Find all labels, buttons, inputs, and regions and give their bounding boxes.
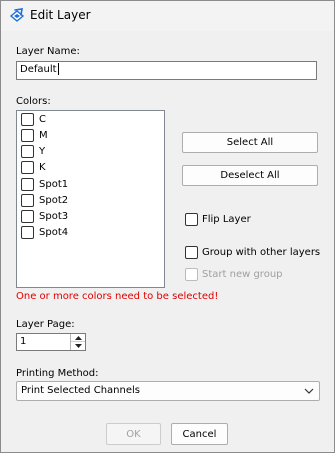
color-checkbox[interactable] bbox=[21, 129, 34, 142]
color-item-spot1[interactable]: Spot1 bbox=[21, 177, 68, 192]
spin-down-button[interactable] bbox=[71, 342, 85, 350]
printing-method-value: Print Selected Channels bbox=[21, 385, 140, 396]
layer-page-label: Layer Page: bbox=[16, 319, 75, 330]
edit-layer-dialog: Edit Layer Layer Name: Default Colors: C… bbox=[0, 0, 335, 453]
spin-up-button[interactable] bbox=[71, 334, 85, 342]
color-checkbox[interactable] bbox=[21, 194, 34, 207]
start-new-group-label: Start new group bbox=[202, 269, 283, 280]
colors-label: Colors: bbox=[16, 96, 51, 107]
start-new-group-checkbox[interactable] bbox=[185, 268, 198, 281]
color-item-c[interactable]: C bbox=[21, 112, 46, 127]
color-item-spot3[interactable]: Spot3 bbox=[21, 209, 68, 224]
color-label: M bbox=[39, 130, 48, 141]
color-checkbox[interactable] bbox=[21, 178, 34, 191]
color-label: K bbox=[39, 162, 46, 173]
printing-method-select[interactable]: Print Selected Channels bbox=[16, 381, 320, 401]
color-item-m[interactable]: M bbox=[21, 128, 48, 143]
layer-name-input[interactable]: Default bbox=[16, 61, 317, 80]
select-all-button[interactable]: Select All bbox=[182, 132, 318, 153]
color-label: Spot2 bbox=[39, 195, 69, 206]
ok-button[interactable]: OK bbox=[106, 423, 161, 445]
window-title: Edit Layer bbox=[30, 8, 91, 22]
chevron-down-icon bbox=[304, 388, 314, 394]
layer-app-icon bbox=[9, 8, 25, 22]
layer-page-value: 1 bbox=[20, 336, 27, 347]
flip-layer-label: Flip Layer bbox=[202, 214, 251, 225]
color-checkbox[interactable] bbox=[21, 145, 34, 158]
color-label: Y bbox=[39, 146, 46, 157]
arrow-up-icon bbox=[74, 335, 82, 340]
color-checkbox[interactable] bbox=[21, 210, 34, 223]
flip-layer-checkbox[interactable] bbox=[185, 213, 198, 226]
start-new-group-option[interactable]: Start new group bbox=[185, 268, 283, 281]
color-checkbox[interactable] bbox=[21, 113, 34, 126]
color-label: C bbox=[39, 114, 46, 125]
arrow-down-icon bbox=[74, 344, 82, 348]
flip-layer-option[interactable]: Flip Layer bbox=[185, 213, 251, 226]
title-bar: Edit Layer bbox=[1, 1, 334, 31]
deselect-all-button[interactable]: Deselect All bbox=[182, 165, 318, 186]
color-label: Spot1 bbox=[39, 179, 69, 190]
layer-name-value: Default bbox=[20, 64, 57, 75]
color-item-spot4[interactable]: Spot4 bbox=[21, 225, 68, 240]
cancel-button[interactable]: Cancel bbox=[171, 423, 228, 445]
color-item-spot2[interactable]: Spot2 bbox=[21, 193, 68, 208]
color-item-k[interactable]: K bbox=[21, 160, 46, 175]
group-with-others-checkbox[interactable] bbox=[185, 246, 198, 259]
group-with-others-label: Group with other layers bbox=[202, 247, 321, 258]
color-checkbox[interactable] bbox=[21, 226, 34, 239]
layer-page-spinner[interactable]: 1 bbox=[16, 333, 86, 351]
colors-error-message: One or more colors need to be selected! bbox=[16, 291, 219, 302]
layer-name-label: Layer Name: bbox=[16, 46, 80, 57]
group-with-others-option[interactable]: Group with other layers bbox=[185, 246, 320, 259]
color-label: Spot4 bbox=[39, 227, 69, 238]
color-item-y[interactable]: Y bbox=[21, 144, 45, 159]
printing-method-label: Printing Method: bbox=[16, 368, 99, 379]
color-checkbox[interactable] bbox=[21, 161, 34, 174]
colors-list[interactable]: C M Y K Spot1 Spot2 Spot3 Spot4 bbox=[16, 110, 165, 288]
color-label: Spot3 bbox=[39, 211, 69, 222]
text-caret bbox=[57, 63, 59, 75]
spinner-arrows-icon bbox=[70, 334, 85, 350]
